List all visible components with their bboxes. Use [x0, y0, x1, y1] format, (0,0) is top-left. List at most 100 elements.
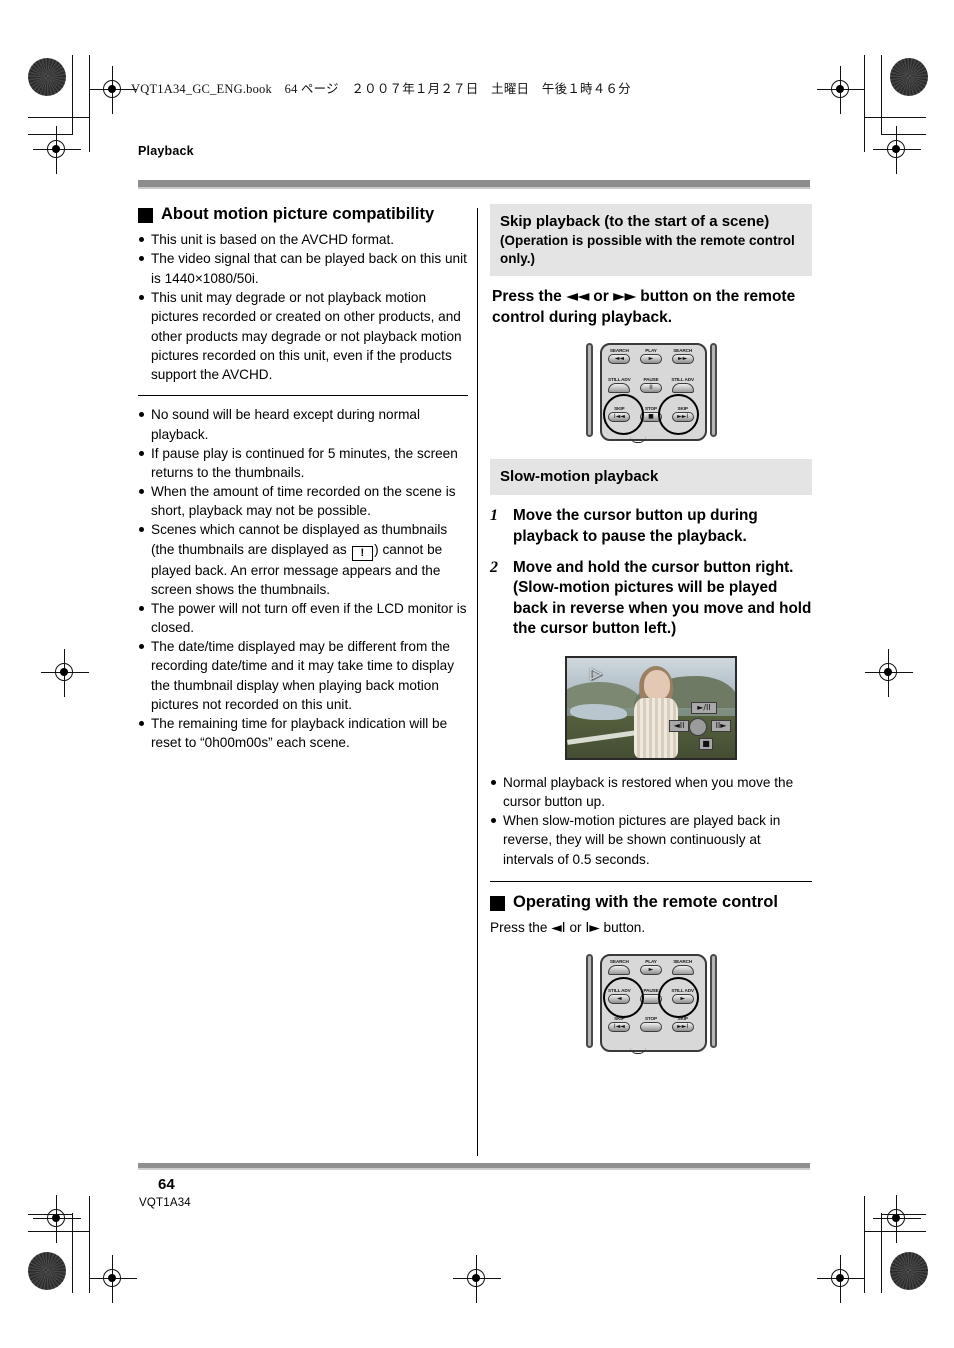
remote2-button-grid: SEARCH PLAY ► SEARCH STILL ADV ◄ PAUSE S… [604, 959, 699, 1045]
remote-button-skip-right: ►►I [671, 411, 694, 422]
registration-target-bottom-right [817, 1255, 865, 1303]
footer-rule-shadow [138, 1168, 810, 1170]
crop-mark-tr-h1 [864, 117, 926, 118]
list-item-thumbnail-error: Scenes which cannot be displayed as thum… [138, 520, 468, 598]
book-header-line: VQT1A34_GC_ENG.book 64 ページ ２００７年１月２７日 土曜… [131, 82, 631, 96]
slow-motion-title: Slow-motion playback [500, 468, 659, 486]
registration-target-left-upper [33, 126, 81, 174]
remote-cell-play: PLAY ► [635, 348, 667, 377]
press-mid: or [565, 920, 586, 936]
rewind-glyph-icon: ◄◄ [566, 287, 589, 306]
compatibility-bullet-list: This unit is based on the AVCHD format. … [138, 230, 468, 384]
remote-bottom-notch [629, 436, 646, 444]
crop-mark-bl-h2 [28, 1214, 73, 1215]
column-divider [477, 208, 478, 1156]
black-square-bullet-icon-2 [490, 895, 505, 911]
crop-mark-bl-h1 [28, 1231, 90, 1232]
list-item: The date/time displayed may be different… [138, 637, 468, 714]
remote2-edge-right [709, 954, 717, 1049]
remote-edge-left [585, 343, 593, 438]
crop-mark-tl-h1 [28, 117, 90, 118]
skip-playback-subtitle: (Operation is possible with the remote c… [500, 233, 795, 266]
running-head: Playback [138, 144, 194, 158]
list-item: When the amount of time recorded on the … [138, 482, 468, 520]
halftone-mark-bottom-right [890, 1252, 928, 1290]
header-rule [138, 180, 810, 187]
document-code: VQT1A34 [139, 1197, 191, 1209]
registration-target-bottom-center [453, 1255, 501, 1303]
remote2-label-still-adv-left: STILL ADV [608, 987, 631, 993]
list-item: The video signal that can be played back… [138, 249, 468, 288]
remote2-cell-skip-right: SKIP ►►I [667, 1016, 699, 1045]
remote2-button-pause [639, 993, 662, 1004]
press-pre: Press the [490, 920, 552, 936]
lcd-screen-illustration: ▷ ►/II ◄II II► ■ [565, 655, 737, 760]
instruction-pre: Press the [492, 288, 567, 306]
step-1-number: 1 [490, 507, 498, 525]
remote-button-play: ► [639, 354, 662, 365]
crop-mark-tl-v1 [72, 55, 73, 135]
error-thumbnail-icon: ! [351, 545, 374, 561]
remote-label-still-adv-right: STILL ADV [671, 376, 694, 382]
press-post: button. [599, 920, 646, 936]
remote2-label-pause: PAUSE [643, 987, 659, 993]
lcd-illustration-wrapper: ▷ ►/II ◄II II► ■ [490, 655, 812, 760]
slow-reverse-glyph-icon: ◄I [551, 920, 566, 937]
remote2-cell-still-adv-right: STILL ADV ► [667, 988, 699, 1017]
remote-cell-pause: PAUSE II [635, 377, 667, 406]
list-item: This unit may degrade or not playback mo… [138, 288, 468, 384]
lcd-op-button-down-stop-icon: ■ [699, 737, 713, 750]
remote2-cell-stop: STOP [635, 1016, 667, 1045]
remote-cell-skip-left: SKIP I◄◄ [604, 406, 636, 435]
crop-mark-br-h1 [864, 1231, 926, 1232]
remote2-button-stop [639, 1022, 662, 1033]
crop-mark-tr-v2 [864, 55, 865, 152]
registration-target-right-middle [865, 649, 913, 697]
heading-text: About motion picture compatibility [161, 205, 435, 223]
remote2-button-search-left [608, 965, 631, 976]
remote2-button-play: ► [639, 965, 662, 976]
remote2-edge-left [585, 954, 593, 1049]
list-item: When slow-motion pictures are played bac… [490, 811, 812, 869]
registration-target-top-left [89, 66, 137, 114]
list-item: The remaining time for playback indicati… [138, 714, 468, 752]
remote2-cell-search-left: SEARCH [604, 959, 636, 988]
remote-illustration-stilladv-wrapper: SEARCH PLAY ► SEARCH STILL ADV ◄ PAUSE S… [490, 954, 812, 1055]
skip-playback-title: Skip playback (to the start of a scene) [500, 213, 770, 230]
remote-cell-search-left: SEARCH ◄◄ [604, 348, 636, 377]
remote2-button-search-right [671, 965, 694, 976]
remote2-label-still-adv-right: STILL ADV [671, 987, 694, 993]
remote-cell-skip-right: SKIP ►►I [667, 406, 699, 435]
slow-motion-indicator-icon: ▷ [590, 663, 603, 682]
remote2-cell-skip-left: SKIP I◄◄ [604, 1016, 636, 1045]
remote-button-stop: ■ [639, 411, 662, 422]
halftone-mark-top-left [28, 58, 66, 96]
heading-operating-with-remote-control: Operating with the remote control [490, 892, 812, 913]
left-column: About motion picture compatibility This … [138, 204, 468, 752]
lcd-op-button-up-play-pause-icon: ►/II [691, 701, 717, 714]
heading-skip-playback: Skip playback (to the start of a scene) … [490, 204, 812, 277]
fast-forward-glyph-icon: ►► [613, 287, 636, 306]
remote-cell-still-adv-left: STILL ADV [604, 377, 636, 406]
crop-mark-bl-v1 [72, 1213, 73, 1293]
lcd-subject-head [644, 669, 671, 700]
crop-mark-tr-h2 [881, 134, 926, 135]
crop-mark-tr-v1 [881, 55, 882, 135]
remote2-button-skip-left: I◄◄ [608, 1022, 631, 1033]
crop-mark-tl-v2 [89, 55, 90, 152]
list-item: No sound will be heard except during nor… [138, 405, 468, 443]
remote2-button-skip-right: ►►I [671, 1022, 694, 1033]
halftone-mark-bottom-left [28, 1252, 66, 1290]
remote2-button-still-adv-right: ► [671, 993, 694, 1004]
crop-mark-br-v1 [881, 1213, 882, 1293]
step-1-text: Move the cursor button up during playbac… [513, 507, 758, 545]
step-2-text: Move and hold the cursor button right. (… [513, 559, 812, 638]
remote-control-illustration-skip: SEARCH ◄◄ PLAY ► SEARCH ►► STILL ADV PAU… [585, 343, 717, 444]
heading-slow-motion-playback: Slow-motion playback [490, 459, 812, 496]
slow-forward-glyph-icon: I► [585, 920, 600, 937]
remote-illustration-skip-wrapper: SEARCH ◄◄ PLAY ► SEARCH ►► STILL ADV PAU… [490, 343, 812, 444]
remote-button-still-adv-right [671, 382, 694, 393]
list-item: This unit is based on the AVCHD format. [138, 230, 468, 249]
section-divider-rule-2 [490, 880, 812, 882]
remote2-cell-still-adv-left: STILL ADV ◄ [604, 988, 636, 1017]
